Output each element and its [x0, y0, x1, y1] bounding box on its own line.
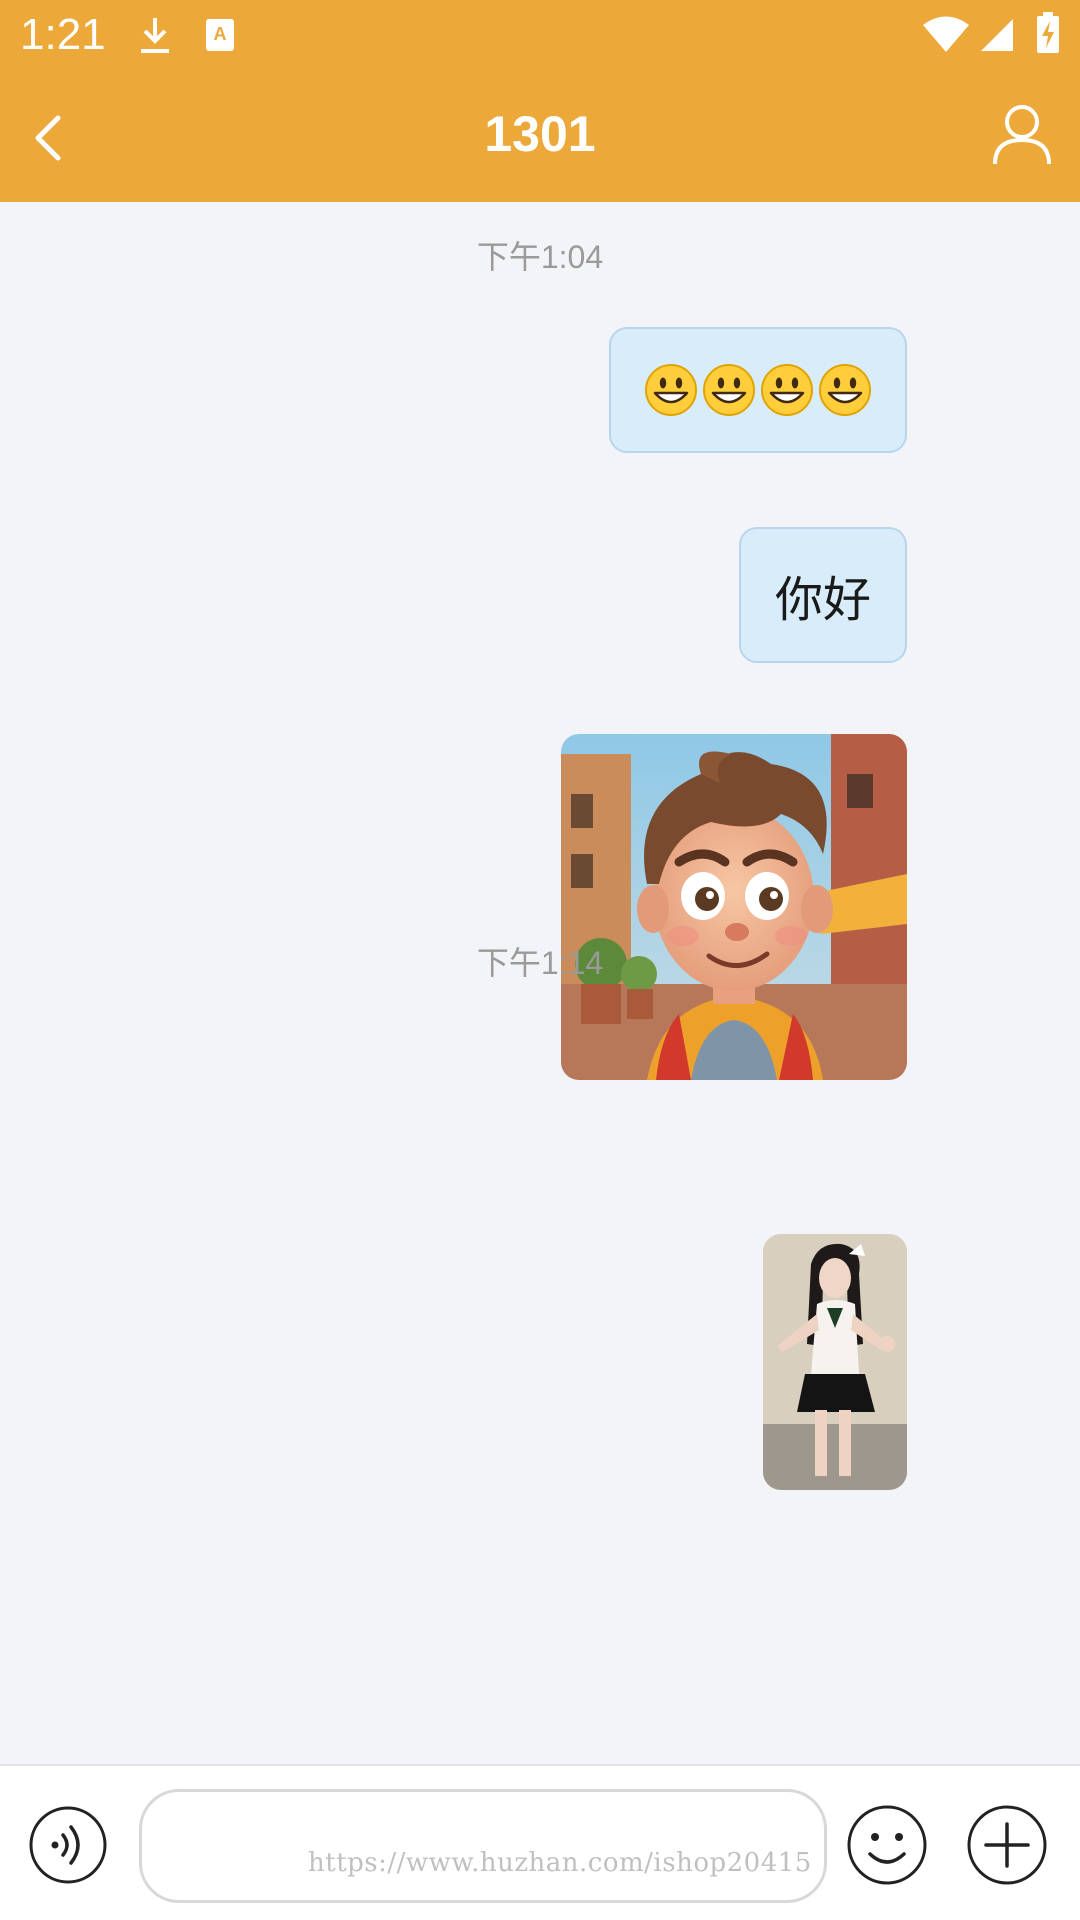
input-bar [0, 1764, 1080, 1920]
download-icon [141, 18, 169, 53]
message-text: 你好 [774, 572, 871, 628]
wifi-icon [923, 16, 969, 52]
message-input[interactable] [139, 1789, 827, 1903]
timestamp: 下午1:14 [476, 945, 604, 981]
image-message-girl-photo[interactable] [763, 1234, 907, 1490]
status-bar: 1:21 A [0, 0, 1080, 72]
cartoon-boy-image [561, 734, 907, 1080]
message-list[interactable]: 下午1:04 你好 下午1:14 [0, 202, 1080, 1764]
smiley-icon[interactable] [846, 1804, 928, 1886]
person-icon[interactable] [990, 102, 1054, 166]
plus-circle-icon[interactable] [966, 1804, 1048, 1886]
grinning-face-icon [703, 364, 755, 416]
chat-header: 1301 [0, 72, 1080, 202]
emoji-message-bubble[interactable] [609, 327, 907, 453]
keyboard-a-icon: A [206, 19, 234, 51]
signal-icon [981, 19, 1013, 51]
grinning-face-icon [819, 364, 871, 416]
voice-icon[interactable] [28, 1805, 108, 1885]
text-message-bubble[interactable]: 你好 [739, 527, 907, 663]
girl-photo-image [763, 1234, 907, 1490]
grinning-face-icon [645, 364, 697, 416]
svg-text:A: A [214, 24, 227, 44]
battery-charging-icon [1037, 12, 1059, 53]
grinning-face-icon [761, 364, 813, 416]
image-message-cartoon-boy[interactable] [561, 734, 907, 1080]
chat-title: 1301 [484, 106, 596, 162]
status-time: 1:21 [20, 10, 106, 59]
timestamp: 下午1:04 [476, 239, 604, 275]
